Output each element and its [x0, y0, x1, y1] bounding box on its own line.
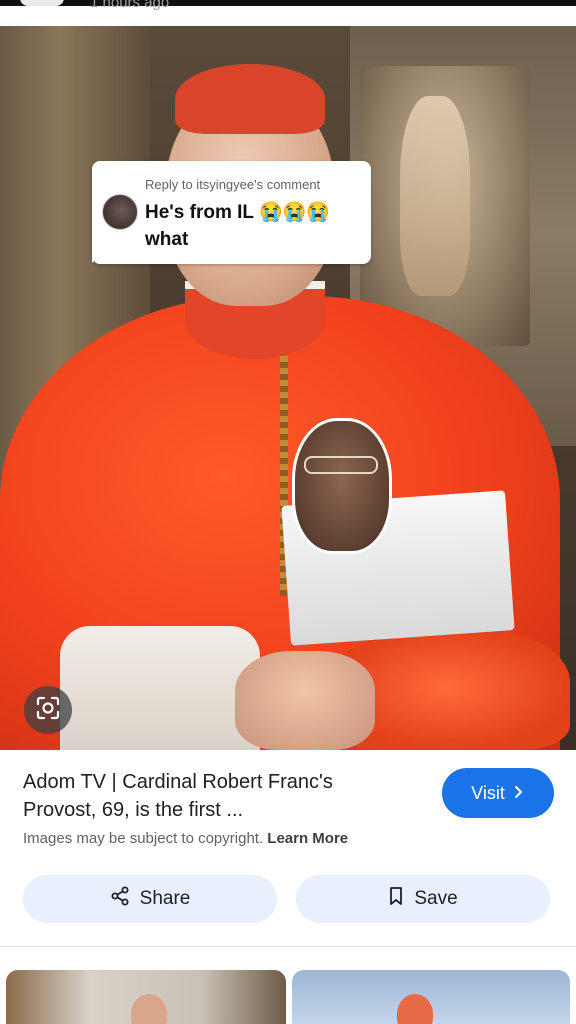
thumbnail-face: [397, 994, 433, 1024]
comment-text: He's from IL 😭😭😭 what: [145, 202, 330, 250]
sticker-face: [292, 418, 392, 554]
lens-button[interactable]: [24, 686, 72, 734]
save-button[interactable]: Save: [296, 875, 550, 923]
top-bar: 1 hours ago: [0, 0, 576, 26]
thumbnail-face: [131, 994, 167, 1024]
status-bar-edge: [0, 0, 576, 6]
white-rochet: [60, 626, 260, 750]
related-image-thumbnail[interactable]: [292, 970, 570, 1024]
result-title[interactable]: Adom TV | Cardinal Robert Franc's Provos…: [23, 768, 408, 824]
red-skullcap: [175, 64, 325, 134]
result-image[interactable]: [0, 26, 576, 750]
sticker-glasses: [304, 456, 378, 474]
save-label: Save: [414, 888, 458, 909]
reply-comment-card: Reply to itsyingyee's comment He's from …: [92, 161, 371, 264]
visit-label: Visit: [471, 782, 505, 803]
chevron-right-icon: [513, 783, 525, 804]
share-label: Share: [139, 888, 191, 909]
bookmark-icon: [388, 886, 404, 912]
reply-to-label: Reply to itsyingyee's comment: [145, 177, 321, 192]
disclaimer-text: Images may be subject to copyright.: [23, 830, 264, 847]
share-button[interactable]: Share: [23, 875, 277, 923]
commenter-avatar: [102, 194, 138, 230]
related-image-thumbnail[interactable]: [6, 970, 286, 1024]
source-avatar: [20, 0, 64, 6]
lens-icon: [35, 695, 61, 726]
face-sticker: [281, 418, 515, 646]
share-icon: [110, 886, 130, 912]
visit-button[interactable]: Visit: [442, 768, 554, 818]
hand: [235, 651, 375, 750]
copyright-disclaimer: Images may be subject to copyright. Lear…: [23, 830, 348, 847]
comment-tail: [92, 249, 106, 263]
time-ago: 1 hours ago: [90, 0, 170, 11]
divider: [0, 946, 576, 947]
learn-more-link[interactable]: Learn More: [267, 830, 348, 847]
fresco-figure: [400, 96, 470, 296]
